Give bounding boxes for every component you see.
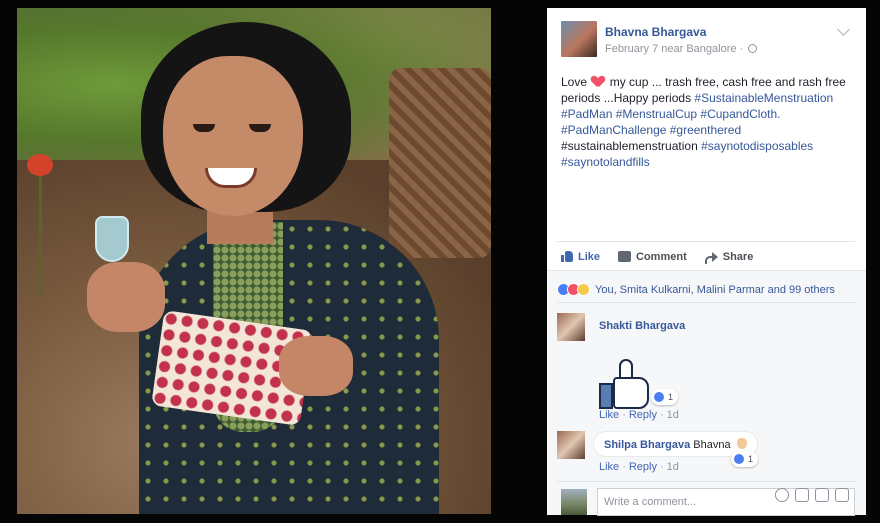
post-meta: February 7 near Bangalore · — [605, 43, 758, 55]
comment-item: Shakti Bhargava 1 Like · Reply · 1d — [557, 313, 855, 425]
wow-reaction-icon — [577, 283, 590, 296]
comment-links: Like · Reply · 1d — [599, 409, 679, 421]
comment-icon — [618, 251, 632, 262]
comment-text: Bhavna — [693, 439, 731, 451]
composer-icons — [775, 488, 849, 502]
comment-like-link[interactable]: Like — [599, 409, 619, 421]
comment-time[interactable]: 1d — [667, 409, 679, 421]
comment-reaction-count: 1 — [668, 392, 674, 402]
gif-icon[interactable] — [815, 488, 829, 502]
share-label: Share — [722, 250, 754, 263]
photo-menstrual-cup — [95, 216, 129, 262]
post-text: Love my cup ... trash free, cash free an… — [561, 74, 859, 170]
chevron-down-icon[interactable] — [837, 23, 850, 36]
photo-flower-stem — [39, 174, 42, 294]
commenter-avatar[interactable] — [557, 431, 585, 459]
share-button[interactable]: Share — [704, 250, 754, 264]
photo-basket — [389, 68, 491, 258]
thumbs-up-icon — [561, 251, 573, 262]
post-card: Bhavna Bhargava February 7 near Bangalor… — [547, 8, 866, 516]
post-text-love: Love — [561, 75, 588, 89]
heart-icon — [592, 76, 604, 87]
photo-hand-right — [279, 336, 353, 396]
screenshot-frame: Bhavna Bhargava February 7 near Bangalor… — [0, 0, 880, 523]
comment-reply-link[interactable]: Reply — [629, 409, 657, 421]
comment-reaction-badge[interactable]: 1 — [651, 389, 679, 405]
comment-links: Like · Reply · 1d — [599, 461, 679, 473]
photo-flower — [27, 154, 53, 176]
commenter-avatar[interactable] — [557, 313, 585, 341]
post-date-location[interactable]: February 7 near Bangalore · — [605, 43, 743, 55]
globe-icon — [748, 44, 758, 53]
post-photo[interactable] — [17, 8, 491, 514]
comment-item: Shilpa Bhargava Bhavna 1 Like · Reply · 1d — [557, 431, 855, 477]
comment-time[interactable]: 1d — [667, 461, 679, 473]
like-reaction-icon — [733, 453, 745, 465]
comment-button[interactable]: Comment — [618, 251, 687, 263]
comment-like-link[interactable]: Like — [599, 461, 619, 473]
waving-hand-icon — [736, 438, 747, 449]
comment-composer: Write a comment... — [557, 481, 855, 516]
emoji-icon[interactable] — [775, 488, 789, 502]
reactions-summary[interactable]: You, Smita Kulkarni, Malini Parmar and 9… — [557, 277, 855, 303]
comment-label: Comment — [636, 250, 687, 263]
author-avatar[interactable] — [561, 21, 597, 57]
reactions-text[interactable]: You, Smita Kulkarni, Malini Parmar and 9… — [595, 284, 835, 296]
post-plain-tag: #sustainablemenstruation — [561, 139, 698, 153]
comments-section: You, Smita Kulkarni, Malini Parmar and 9… — [547, 270, 866, 516]
photo-hand-left — [87, 262, 165, 332]
like-button[interactable]: Like — [561, 251, 600, 263]
sticker-icon[interactable] — [835, 488, 849, 502]
thumbs-up-sticker-icon — [599, 359, 651, 411]
like-reaction-icon — [653, 391, 665, 403]
author-name[interactable]: Bhavna Bhargava — [605, 25, 706, 39]
post-header: Bhavna Bhargava February 7 near Bangalor… — [547, 8, 866, 70]
like-label: Like — [578, 250, 601, 263]
photo-face — [163, 56, 303, 216]
comment-reaction-count: 1 — [748, 454, 754, 464]
current-user-avatar — [561, 489, 587, 515]
comment-reply-link[interactable]: Reply — [629, 461, 657, 473]
comment-reaction-badge[interactable]: 1 — [731, 451, 759, 467]
share-icon — [704, 251, 718, 264]
camera-icon[interactable] — [795, 488, 809, 502]
commenter-name[interactable]: Shilpa Bhargava — [604, 439, 690, 451]
commenter-name[interactable]: Shakti Bhargava — [599, 320, 685, 332]
post-actions: Like Comment Share — [557, 241, 855, 271]
